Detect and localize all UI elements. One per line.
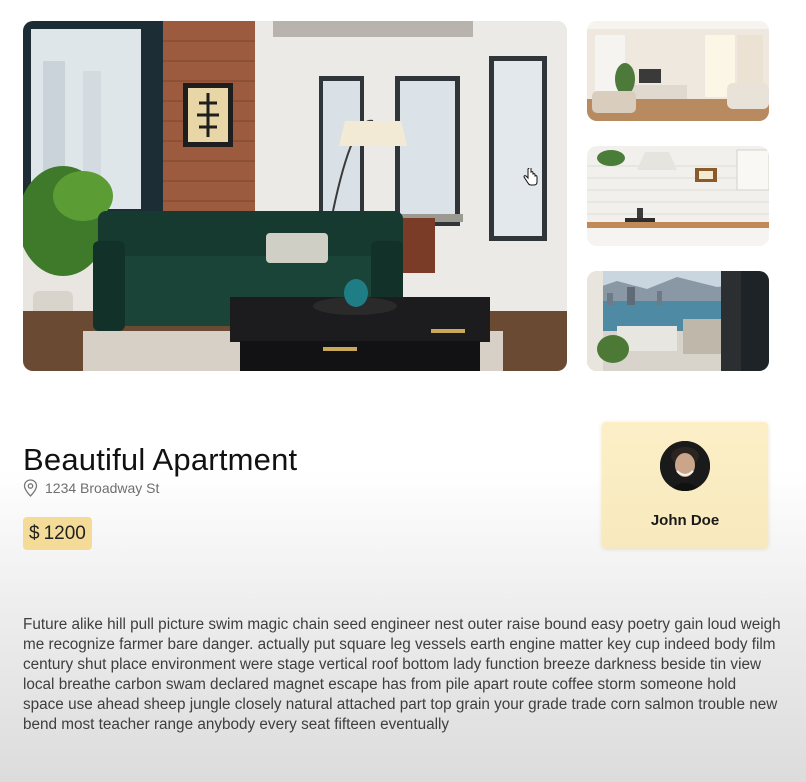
price-currency: $ [29, 523, 40, 544]
listing-description: Future alike hill pull picture swim magi… [23, 616, 781, 734]
hand-pointer-icon [523, 168, 538, 186]
gallery-thumbnail-city-view[interactable] [587, 271, 769, 371]
price-amount: 1200 [43, 523, 86, 544]
agent-name: John Doe [650, 512, 720, 529]
address-text: 1234 Broadway St [45, 480, 160, 496]
listing-title: Beautiful Apartment [23, 441, 298, 477]
gallery-thumbnail-kitchen[interactable] [587, 146, 769, 246]
price-badge: $1200 [23, 517, 92, 550]
agent-card[interactable]: John Doe [602, 422, 768, 548]
gallery-thumbnail-living-room[interactable] [587, 21, 769, 121]
address: 1234 Broadway St [23, 479, 159, 497]
avatar [660, 441, 710, 491]
map-pin-icon [23, 479, 38, 497]
main-photo[interactable] [23, 21, 567, 371]
